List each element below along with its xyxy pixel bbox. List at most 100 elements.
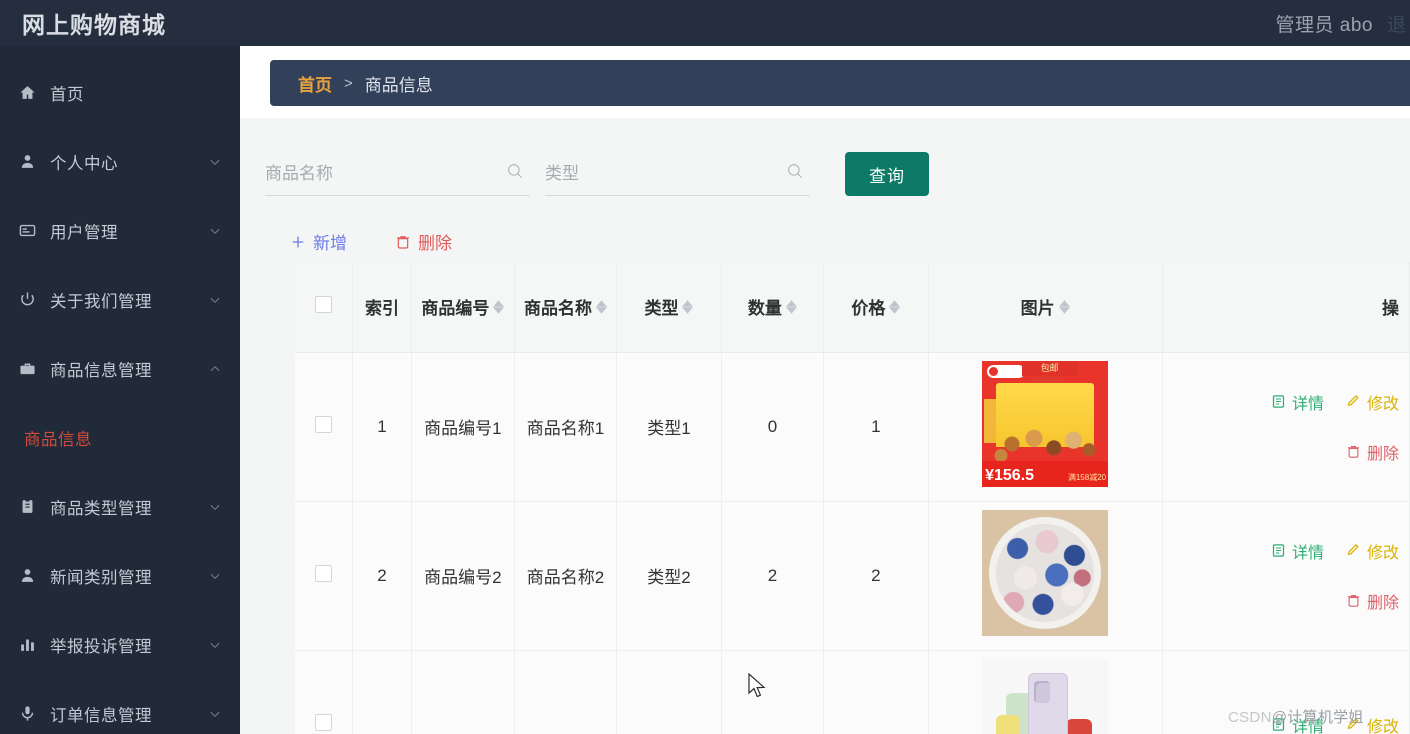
sidebar-item-product-info-management[interactable]: 商品信息管理	[0, 334, 240, 403]
product-thumbnail-bowl-of-candy[interactable]	[982, 510, 1109, 636]
sidebar-nav: 首页 个人中心 用户管理 关于我们管理 商品信息管理 商品信息 商品类型管理 新…	[0, 46, 240, 734]
detail-button[interactable]: 详情	[1271, 390, 1324, 414]
query-button[interactable]: 查询	[845, 152, 929, 196]
add-button-label: 新增	[313, 234, 347, 253]
trash-icon	[395, 234, 411, 250]
clipboard-icon	[16, 496, 38, 518]
current-user-label: 管理员 abo	[1275, 14, 1373, 36]
sort-icon[interactable]	[1058, 299, 1070, 314]
th-label-product-code: 商品编号	[421, 299, 490, 319]
th-label-product-type: 类型	[644, 299, 679, 319]
breadcrumb-current: 商品信息	[364, 75, 433, 95]
row-delete-button[interactable]: 删除	[1346, 589, 1399, 613]
chevron-down-icon	[208, 500, 222, 514]
edit-button[interactable]: 修改	[1346, 390, 1399, 414]
edit-button-label: 修改	[1366, 718, 1399, 734]
header-user-area: 管理员 abo 退	[1276, 10, 1407, 37]
cell-index: 2	[352, 501, 413, 651]
chevron-up-icon	[208, 362, 222, 376]
sidebar-label-complaint-management: 举报投诉管理	[50, 637, 152, 656]
table-toolbar: 新增 删除	[265, 229, 1410, 254]
th-operations: 操	[1162, 262, 1410, 353]
search-icon[interactable]	[506, 162, 524, 180]
search-input-product-name[interactable]	[265, 164, 495, 184]
th-product-type[interactable]: 类型	[616, 262, 722, 353]
product-table: 索引 商品编号 商品名称 类型 数量 价格 图片 操 1 商品编号1 商品名称1…	[295, 262, 1410, 734]
cell-quantity: 0	[721, 352, 825, 502]
briefcase-icon	[16, 358, 38, 380]
delete-button[interactable]: 删除	[395, 229, 452, 254]
sidebar-item-home[interactable]: 首页	[0, 58, 240, 127]
sidebar-subitem-product-info[interactable]: 商品信息	[0, 403, 240, 472]
product-thumbnail-snack-gift-box[interactable]: 包邮 ¥156.5 满158减20	[982, 361, 1109, 487]
row-delete-button[interactable]: 删除	[1346, 440, 1399, 464]
cell-quantity	[721, 650, 825, 734]
cell-operations: 详情 修改	[1162, 352, 1410, 502]
detail-button[interactable]: 详情	[1271, 539, 1324, 563]
user-icon	[16, 151, 38, 173]
trash-icon	[1346, 444, 1361, 459]
logout-clipped-label[interactable]: 退	[1387, 10, 1406, 37]
sidebar-item-complaint-management[interactable]: 举报投诉管理	[0, 610, 240, 679]
watermark-at: @	[1271, 709, 1288, 726]
sidebar-item-personal-center[interactable]: 个人中心	[0, 127, 240, 196]
row-checkbox[interactable]	[314, 415, 332, 433]
th-price[interactable]: 价格	[823, 262, 929, 353]
select-all-checkbox[interactable]	[314, 295, 332, 313]
product-thumbnail-smartphones[interactable]	[982, 659, 1109, 734]
power-icon	[16, 289, 38, 311]
cell-price	[823, 650, 929, 734]
row-checkbox[interactable]	[314, 713, 332, 731]
th-image[interactable]: 图片	[928, 262, 1163, 353]
cell-product-type: 类型1	[616, 352, 722, 502]
home-icon	[16, 82, 38, 104]
cell-price: 1	[823, 352, 929, 502]
row-checkbox[interactable]	[314, 564, 332, 582]
trash-icon	[1346, 593, 1361, 608]
sidebar-item-news-category-management[interactable]: 新闻类别管理	[0, 541, 240, 610]
pencil-icon	[1346, 543, 1361, 558]
admin-page: 网上购物商城 管理员 abo 退 首页 个人中心 用户管理 关于我们管理 商品信…	[0, 0, 1410, 734]
sort-icon[interactable]	[682, 299, 694, 314]
card-icon	[16, 220, 38, 242]
sort-icon[interactable]	[596, 299, 608, 314]
breadcrumb-home-link[interactable]: 首页	[298, 71, 332, 96]
detail-button-label: 详情	[1291, 544, 1324, 562]
cell-product-type: 类型2	[616, 501, 722, 651]
th-label-price: 价格	[851, 299, 886, 319]
sort-icon[interactable]	[785, 299, 797, 314]
search-icon[interactable]	[786, 162, 804, 180]
chevron-down-icon	[208, 569, 222, 583]
th-product-name[interactable]: 商品名称	[514, 262, 618, 353]
product-type-search-field	[545, 153, 810, 196]
th-quantity[interactable]: 数量	[721, 262, 825, 353]
cell-image	[928, 650, 1163, 734]
add-button[interactable]: 新增	[290, 229, 347, 254]
list-icon	[1271, 394, 1286, 409]
list-icon	[1271, 543, 1286, 558]
edit-button[interactable]: 修改	[1346, 539, 1399, 563]
sidebar-label-about-us-management: 关于我们管理	[50, 292, 152, 311]
th-label-index: 索引	[365, 299, 399, 319]
product-name-search-field	[265, 153, 530, 196]
sort-icon[interactable]	[493, 299, 505, 314]
chevron-down-icon	[208, 707, 222, 721]
th-label-operations: 操	[1382, 299, 1399, 319]
sidebar-item-user-management[interactable]: 用户管理	[0, 196, 240, 265]
detail-button-label: 详情	[1291, 395, 1324, 413]
th-product-code[interactable]: 商品编号	[411, 262, 515, 353]
mic-icon	[16, 703, 38, 725]
sort-icon[interactable]	[889, 299, 901, 314]
sidebar-item-product-type-management[interactable]: 商品类型管理	[0, 472, 240, 541]
sidebar-item-about-us-management[interactable]: 关于我们管理	[0, 265, 240, 334]
app-brand-title: 网上购物商城	[22, 12, 166, 38]
th-label-quantity: 数量	[747, 299, 782, 319]
sidebar-item-order-info-management[interactable]: 订单信息管理	[0, 679, 240, 734]
sidebar-label-product-type-management: 商品类型管理	[50, 499, 152, 518]
search-input-product-type[interactable]	[545, 164, 775, 184]
delete-button-label: 删除	[418, 234, 452, 253]
cell-image	[928, 501, 1163, 651]
cell-row-checkbox	[295, 650, 353, 734]
chevron-down-icon	[208, 293, 222, 307]
chart-icon	[16, 634, 38, 656]
